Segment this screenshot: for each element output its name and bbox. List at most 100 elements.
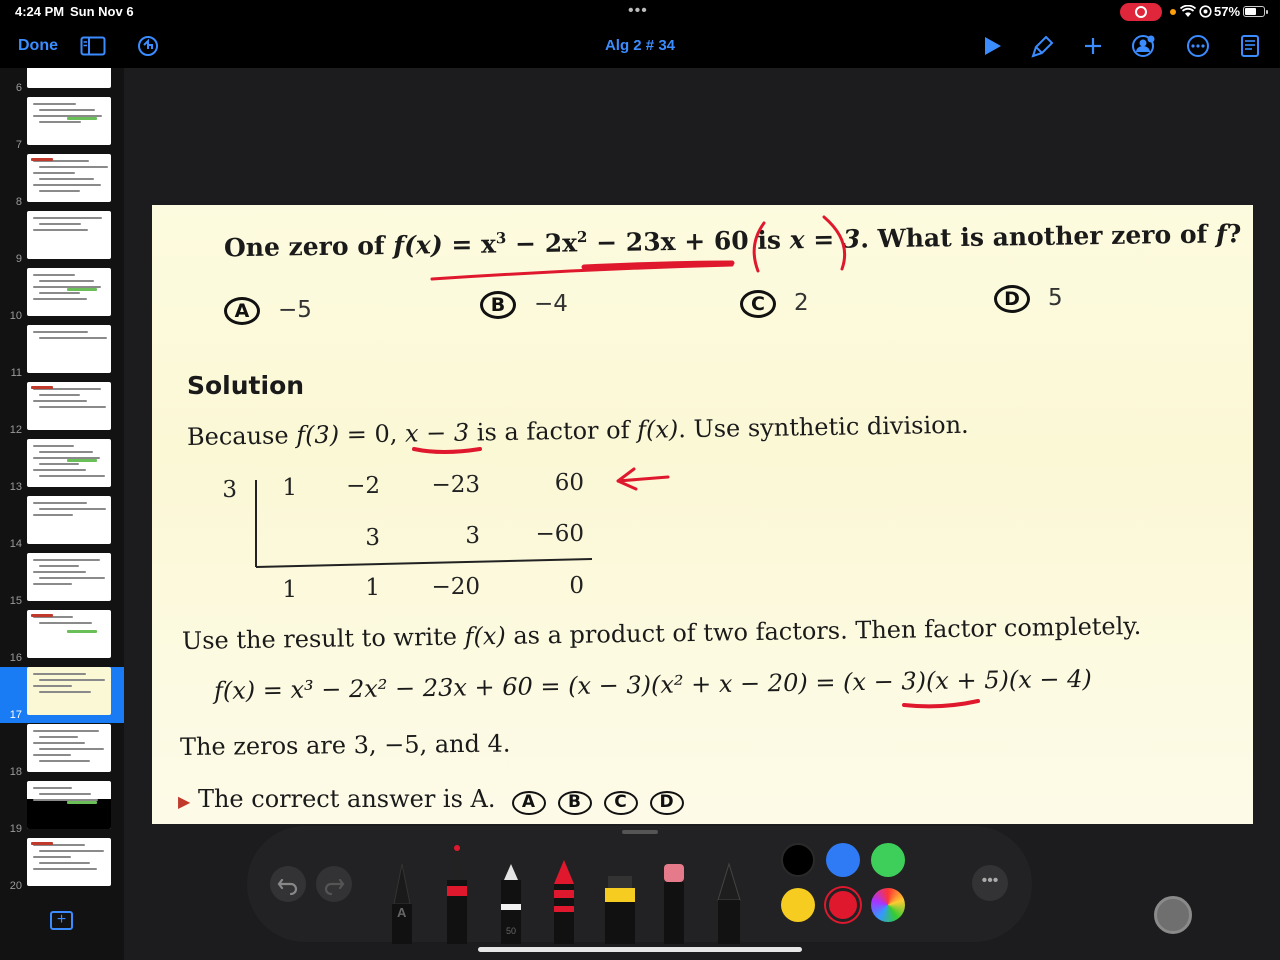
thumbnail-line — [33, 730, 99, 732]
thumbnail-line — [39, 760, 90, 762]
thumbnail-line — [33, 754, 71, 756]
marker-width-label: 50 — [506, 926, 517, 936]
slide-thumbnail[interactable] — [27, 610, 111, 658]
more-options-icon[interactable] — [1185, 34, 1211, 58]
thumbnail-heading — [31, 842, 53, 845]
thumbnail-line — [39, 463, 79, 465]
slide-thumbnail[interactable] — [27, 68, 111, 88]
thumbnail-line — [33, 274, 75, 276]
slide-number: 18 — [9, 766, 22, 778]
lasso-tool[interactable] — [717, 862, 741, 944]
thumbnail-line — [33, 787, 72, 789]
slide-number: 7 — [15, 139, 22, 151]
redo-icon — [324, 878, 345, 896]
color-swatch-blue[interactable] — [826, 843, 860, 877]
add-slide-button[interactable]: + — [50, 911, 73, 930]
tray-more-button[interactable]: ••• — [972, 865, 1008, 901]
thumbnail-line — [33, 868, 97, 870]
play-icon[interactable] — [980, 34, 1006, 58]
slide-thumbnail[interactable] — [27, 781, 111, 829]
thumbnail-line — [39, 565, 79, 567]
thumbnail-line — [33, 469, 86, 471]
thumbnail-line — [39, 679, 105, 681]
slide-thumbnail[interactable] — [27, 154, 111, 202]
thumbnail-line — [33, 400, 87, 402]
status-date: Sun Nov 6 — [70, 4, 134, 19]
slide-number: 14 — [9, 538, 22, 550]
slide-thumbnail[interactable] — [27, 838, 111, 886]
slide-number: 20 — [9, 880, 22, 892]
microphone-indicator-icon — [1170, 9, 1176, 15]
color-swatch-red-selected[interactable] — [826, 888, 860, 922]
status-time: 4:24 PM — [15, 4, 65, 19]
annotate-brush-icon[interactable] — [1030, 34, 1056, 58]
slide-number: 10 — [9, 310, 22, 322]
thumbnail-line — [33, 184, 101, 186]
thumbnail-line — [39, 508, 106, 510]
crayon-tool[interactable] — [554, 860, 574, 944]
thumbnail-line — [39, 622, 92, 624]
thumbnail-line — [33, 298, 87, 300]
thumbnail-line — [33, 445, 74, 447]
slide-thumbnail[interactable] — [27, 553, 111, 601]
color-swatch-black[interactable] — [781, 843, 815, 877]
drawing-tools — [392, 845, 741, 944]
slide-thumbnail[interactable] — [27, 211, 111, 259]
slide-thumbnail[interactable] — [27, 724, 111, 772]
pencil-tool[interactable] — [392, 863, 412, 944]
thumbnail-line — [39, 862, 90, 864]
color-picker-multicolor[interactable] — [871, 888, 905, 922]
add-icon[interactable] — [1080, 34, 1106, 58]
battery-percentage: 57% — [1214, 4, 1241, 19]
screen-recording-icon[interactable] — [1120, 3, 1162, 21]
thumbnail-line — [33, 229, 88, 231]
thumbnail-line — [39, 793, 91, 795]
multitasking-dots-icon[interactable]: ••• — [628, 2, 648, 20]
thumbnail-line — [39, 451, 93, 453]
thumbnail-line — [39, 475, 105, 477]
slide-number: 16 — [9, 652, 22, 664]
thumbnail-line — [39, 109, 95, 111]
slide-navigator[interactable]: 6 7 8 9 10 11 12 13 14 15 16 17 18 19 20 + — [0, 68, 124, 960]
toolbar: Done Alg 2 # 34 — [0, 24, 1280, 68]
slide-thumbnail[interactable] — [27, 325, 111, 373]
thumbnail-line — [33, 502, 87, 504]
slide-number: 13 — [9, 481, 22, 493]
slide-number: 8 — [15, 196, 22, 208]
color-swatch-green[interactable] — [871, 843, 905, 877]
slide-thumbnail[interactable] — [27, 382, 111, 430]
undo-icon — [277, 878, 298, 896]
scroll-knob[interactable] — [1154, 896, 1192, 934]
slide-thumbnail[interactable] — [27, 667, 111, 715]
slide-thumbnail[interactable] — [27, 97, 111, 145]
thumbnail-heading — [31, 158, 53, 161]
pen-tool[interactable] — [447, 845, 467, 944]
redo-button[interactable] — [316, 866, 352, 902]
location-icon — [1199, 5, 1212, 18]
home-indicator[interactable] — [478, 947, 802, 952]
color-swatch-yellow[interactable] — [781, 888, 815, 922]
document-format-icon[interactable] — [1237, 34, 1263, 58]
thumbnail-line — [39, 178, 94, 180]
thumbnail-line — [39, 748, 104, 750]
current-slide[interactable]: One zero of f(x) = x3 − 2x2 − 23x + 60 i… — [152, 205, 1253, 824]
tray-handle[interactable] — [622, 830, 658, 834]
eraser-tool[interactable] — [664, 864, 684, 944]
status-bar: 4:24 PM Sun Nov 6 ••• 57% — [0, 0, 1280, 24]
thumbnail-sketch — [67, 288, 97, 291]
slide-thumbnail[interactable] — [27, 268, 111, 316]
thumbnail-line — [33, 514, 73, 516]
thumbnail-sketch — [67, 630, 97, 633]
highlighter-tool[interactable] — [605, 876, 635, 944]
thumbnail-line — [33, 742, 85, 744]
undo-button[interactable] — [270, 866, 306, 902]
slide-thumbnail[interactable] — [27, 439, 111, 487]
thumbnail-line — [33, 331, 88, 333]
thumbnail-line — [33, 673, 86, 675]
collaborate-icon[interactable] — [1130, 34, 1156, 58]
thumbnail-line — [39, 280, 94, 282]
thumbnail-line — [39, 691, 91, 693]
thumbnail-heading — [31, 614, 53, 617]
slide-number: 11 — [10, 367, 22, 379]
slide-thumbnail[interactable] — [27, 496, 111, 544]
